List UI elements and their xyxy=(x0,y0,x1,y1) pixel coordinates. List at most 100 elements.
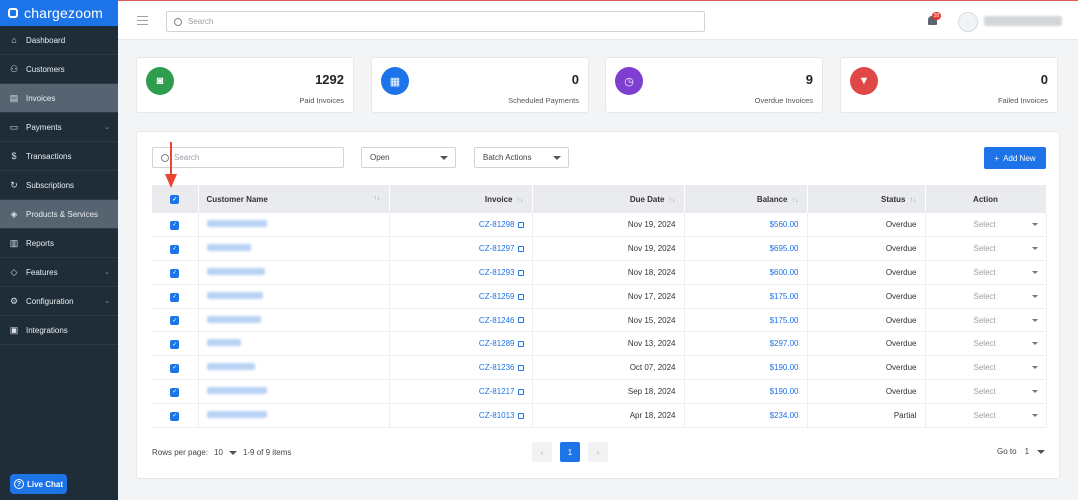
customer-name-blurred[interactable] xyxy=(206,267,265,275)
copy-icon[interactable] xyxy=(517,222,524,229)
sort-icon[interactable]: ↑↓ xyxy=(517,197,524,204)
col-customer-name[interactable]: Customer Name ↑↓ xyxy=(198,185,390,213)
invoice-cell[interactable]: CZ-81217 xyxy=(389,379,533,404)
table-row[interactable]: ✓ CZ-81246 Nov 15, 2024 $175.00 Overdue Selec… xyxy=(152,308,1047,333)
action-cell[interactable]: Select xyxy=(925,403,1047,428)
col-due-date[interactable]: Due Date ↑↓ xyxy=(532,185,685,213)
copy-icon[interactable] xyxy=(517,365,524,372)
invoice-link[interactable]: CZ-81259 xyxy=(479,292,515,301)
customer-name-blurred[interactable] xyxy=(206,315,261,323)
invoice-cell[interactable]: CZ-81297 xyxy=(389,236,533,262)
sort-icon[interactable]: ↑↓ xyxy=(374,195,381,202)
action-select[interactable]: Select xyxy=(934,244,1038,253)
copy-icon[interactable] xyxy=(517,246,524,253)
user-name-blurred[interactable] xyxy=(984,16,1062,26)
action-select[interactable]: Select xyxy=(934,292,1038,301)
customer-name-blurred[interactable] xyxy=(206,291,263,299)
customer-name-cell[interactable] xyxy=(198,308,390,333)
row-checkbox[interactable]: ✓ xyxy=(170,340,180,350)
copy-icon[interactable] xyxy=(517,388,524,395)
table-row[interactable]: ✓ CZ-81236 Oct 07, 2024 $190.00 Overdue Selec… xyxy=(152,355,1047,381)
col-status[interactable]: Status ↑↓ xyxy=(807,185,926,213)
sidebar-item-payments[interactable]: ▭ Payments ⌄ xyxy=(0,113,118,142)
go-to-value[interactable]: 1 xyxy=(1025,447,1029,456)
copy-icon[interactable] xyxy=(517,317,524,324)
copy-icon[interactable] xyxy=(517,412,524,419)
prev-page-button[interactable]: ‹ xyxy=(532,442,552,462)
action-cell[interactable]: Select xyxy=(925,260,1047,285)
add-new-button[interactable]: + Add New xyxy=(984,147,1046,169)
customer-name-cell[interactable] xyxy=(198,213,390,238)
col-invoice[interactable]: Invoice ↑↓ xyxy=(389,185,533,213)
row-select-cell[interactable]: ✓ xyxy=(152,308,199,333)
invoice-cell[interactable]: CZ-81246 xyxy=(389,308,533,333)
row-checkbox[interactable]: ✓ xyxy=(170,363,180,373)
stat-card[interactable]: ▦ 0 Scheduled Payments xyxy=(371,57,589,113)
action-cell[interactable]: Select xyxy=(925,331,1047,357)
row-select-cell[interactable]: ✓ xyxy=(152,213,199,238)
invoice-link[interactable]: CZ-81297 xyxy=(479,244,515,253)
row-select-cell[interactable]: ✓ xyxy=(152,379,199,404)
customer-name-blurred[interactable] xyxy=(206,386,267,394)
rows-per-page-value[interactable]: 10 xyxy=(214,448,223,457)
invoice-link[interactable]: CZ-81298 xyxy=(479,220,515,229)
stat-card[interactable]: ◷ 9 Overdue Invoices xyxy=(605,57,823,113)
action-select[interactable]: Select xyxy=(934,411,1038,420)
table-row[interactable]: ✓ CZ-81217 Sep 18, 2024 $190.00 Overdue Selec… xyxy=(152,379,1047,404)
invoice-link[interactable]: CZ-81289 xyxy=(479,339,515,348)
customer-name-blurred[interactable] xyxy=(206,363,255,371)
row-select-cell[interactable]: ✓ xyxy=(152,355,199,381)
sidebar-item-invoices[interactable]: ▤ Invoices xyxy=(0,84,118,113)
invoice-cell[interactable]: CZ-81013 xyxy=(389,403,533,428)
invoice-search[interactable] xyxy=(152,147,344,168)
menu-toggle-icon[interactable] xyxy=(137,16,148,28)
action-cell[interactable]: Select xyxy=(925,236,1047,262)
customer-name-blurred[interactable] xyxy=(206,339,241,347)
customer-name-cell[interactable] xyxy=(198,331,390,357)
row-select-cell[interactable]: ✓ xyxy=(152,236,199,262)
sidebar-item-features[interactable]: ◇ Features ⌄ xyxy=(0,258,118,287)
sidebar-item-transactions[interactable]: $ Transactions xyxy=(0,142,118,171)
global-search-input[interactable] xyxy=(188,17,688,26)
customer-name-cell[interactable] xyxy=(198,379,390,404)
table-row[interactable]: ✓ CZ-81293 Nov 18, 2024 $600.00 Overdue Selec… xyxy=(152,260,1047,285)
caret-down-icon[interactable] xyxy=(228,450,237,455)
row-checkbox[interactable]: ✓ xyxy=(170,292,180,302)
sort-icon[interactable]: ↑↓ xyxy=(669,197,676,204)
batch-actions-select[interactable]: Batch Actions xyxy=(474,147,569,168)
copy-icon[interactable] xyxy=(517,269,524,276)
sidebar-item-configuration[interactable]: ⚙ Configuration ⌄ xyxy=(0,287,118,316)
row-checkbox[interactable]: ✓ xyxy=(170,316,180,326)
invoice-link[interactable]: CZ-81236 xyxy=(479,363,515,372)
user-avatar[interactable] xyxy=(958,12,978,32)
global-search[interactable] xyxy=(166,11,705,32)
brand-header[interactable]: chargezoom xyxy=(0,0,118,26)
stat-card[interactable]: ◙ 1292 Paid Invoices xyxy=(136,57,354,113)
invoice-search-input[interactable] xyxy=(174,153,334,162)
row-checkbox[interactable]: ✓ xyxy=(170,244,180,254)
customer-name-cell[interactable] xyxy=(198,403,390,428)
table-row[interactable]: ✓ CZ-81289 Nov 13, 2024 $297.00 Overdue Selec… xyxy=(152,331,1047,357)
caret-down-icon[interactable] xyxy=(1037,449,1046,454)
invoice-cell[interactable]: CZ-81289 xyxy=(389,331,533,357)
invoice-link[interactable]: CZ-81217 xyxy=(479,387,515,396)
row-select-cell[interactable]: ✓ xyxy=(152,403,199,428)
customer-name-cell[interactable] xyxy=(198,284,390,309)
select-all-checkbox[interactable]: ✓ xyxy=(170,195,180,205)
customer-name-blurred[interactable] xyxy=(206,220,267,228)
action-cell[interactable]: Select xyxy=(925,213,1047,238)
next-page-button[interactable]: › xyxy=(588,442,608,462)
action-cell[interactable]: Select xyxy=(925,355,1047,381)
invoice-link[interactable]: CZ-81013 xyxy=(479,411,515,420)
select-all-cell[interactable]: ✓ xyxy=(152,185,199,213)
copy-icon[interactable] xyxy=(517,293,524,300)
invoice-cell[interactable]: CZ-81293 xyxy=(389,260,533,285)
action-cell[interactable]: Select xyxy=(925,284,1047,309)
live-chat-button[interactable]: ? Live Chat xyxy=(10,474,67,494)
invoice-link[interactable]: CZ-81293 xyxy=(479,268,515,277)
action-select[interactable]: Select xyxy=(934,268,1038,277)
table-row[interactable]: ✓ CZ-81297 Nov 19, 2024 $695.00 Overdue Selec… xyxy=(152,236,1047,262)
sort-icon[interactable]: ↑↓ xyxy=(910,197,917,204)
row-checkbox[interactable]: ✓ xyxy=(170,387,180,397)
table-row[interactable]: ✓ CZ-81013 Apr 18, 2024 $234.00 Partial Selec… xyxy=(152,403,1047,428)
